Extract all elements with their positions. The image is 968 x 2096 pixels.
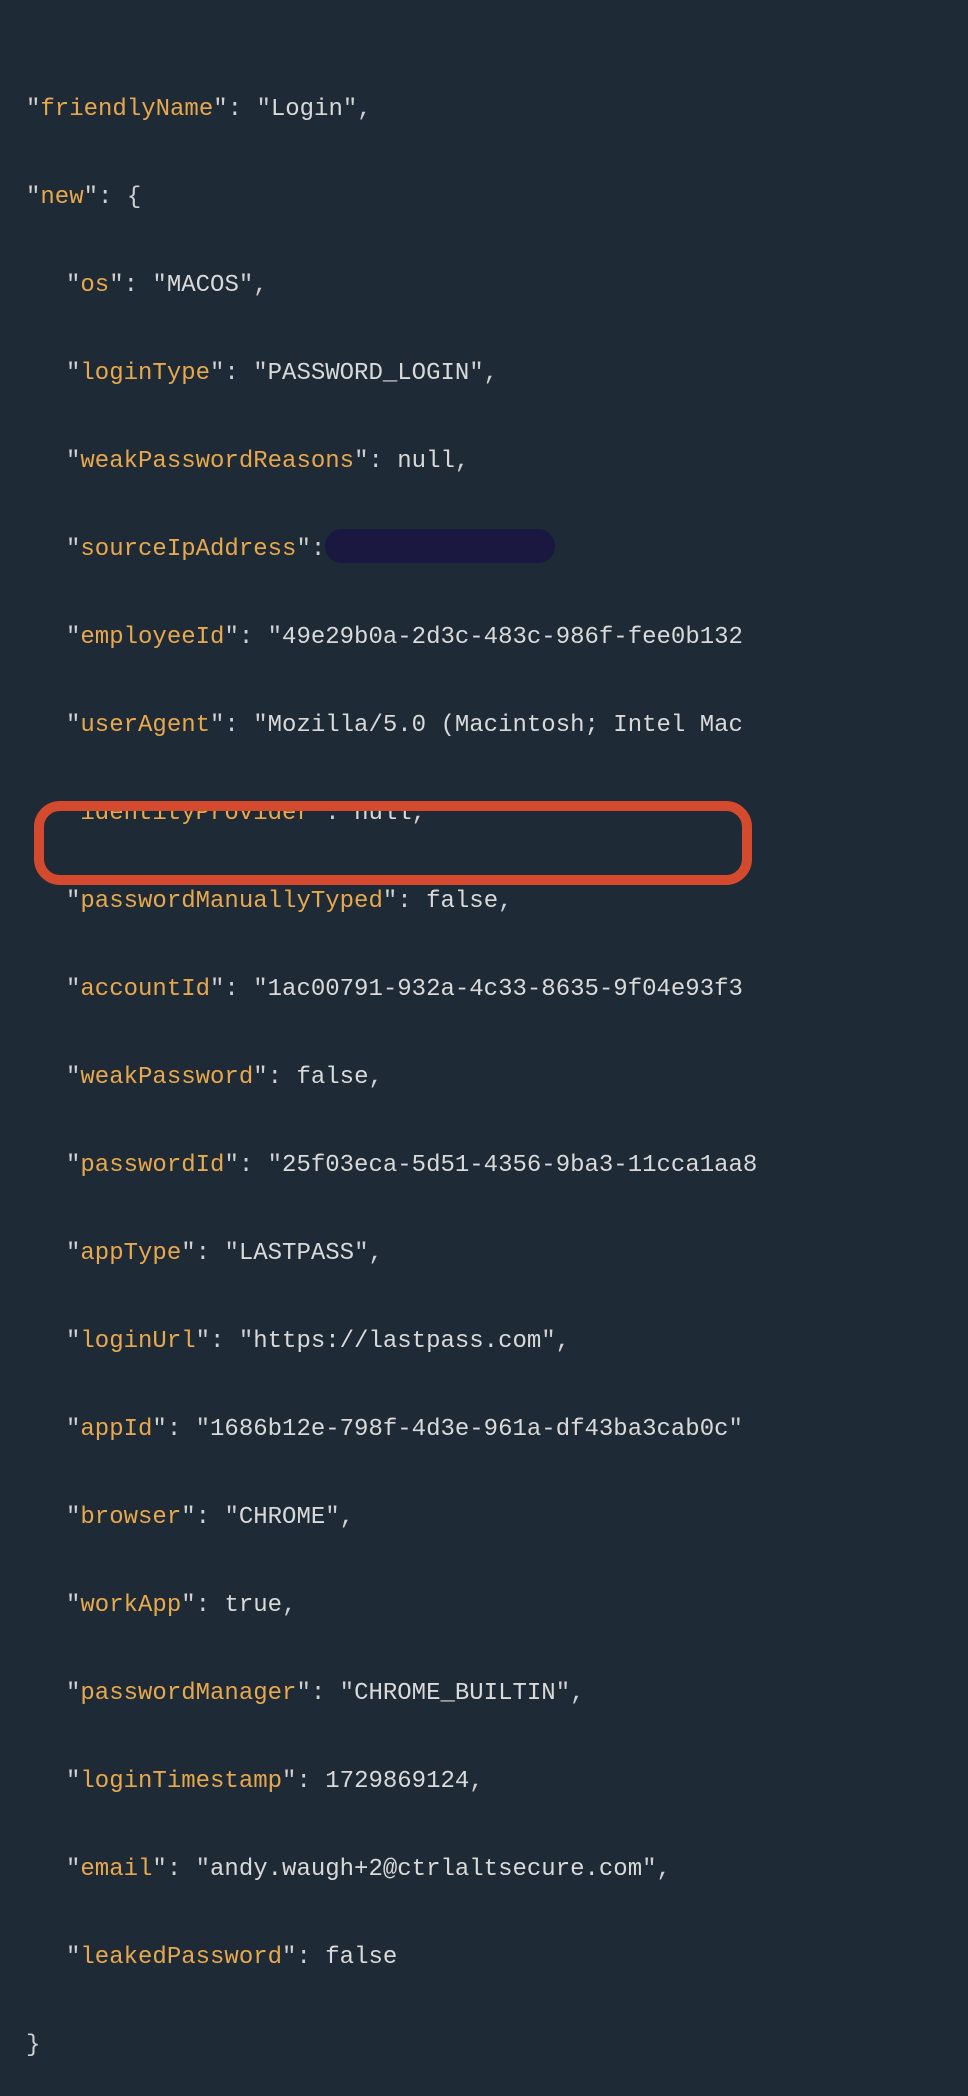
line-friendlyname: "friendlyName": "Login",	[14, 88, 968, 132]
redacted-ip-pill	[325, 529, 555, 563]
val-logintype: PASSWORD_LOGIN	[268, 360, 470, 387]
line-useragent: "userAgent": "Mozilla/5.0 (Macintosh; In…	[14, 704, 968, 748]
line-weakpw: "weakPassword": false,	[14, 1056, 968, 1100]
key-logintype: loginType	[80, 360, 210, 387]
line-loginurl: "loginUrl": "https://lastpass.com",	[14, 1320, 968, 1364]
key-friendlyname: friendlyName	[40, 96, 213, 123]
line-workapp: "workApp": true,	[14, 1584, 968, 1628]
line-browser: "browser": "CHROME",	[14, 1496, 968, 1540]
line-logints: "loginTimestamp": 1729869124,	[14, 1760, 968, 1804]
val-friendlyname: Login	[271, 96, 343, 123]
line-closebrace: }	[14, 2024, 968, 2068]
line-os: "os": "MACOS",	[14, 264, 968, 308]
val-useragent: Mozilla/5.0 (Macintosh; Intel Mac	[268, 712, 743, 739]
line-accountid: "accountId": "1ac00791-932a-4c33-8635-9f…	[14, 968, 968, 1012]
val-weakpw: false	[296, 1064, 368, 1091]
key-loginurl: loginUrl	[80, 1328, 195, 1355]
line-pwid: "passwordId": "25f03eca-5d51-4356-9ba3-1…	[14, 1144, 968, 1188]
line-sourceip: "sourceIpAddress":	[14, 528, 968, 572]
line-apptype: "appType": "LASTPASS",	[14, 1232, 968, 1276]
key-pwmanager: passwordManager	[80, 1680, 296, 1707]
line-pwmanager: "passwordManager": "CHROME_BUILTIN",	[14, 1672, 968, 1716]
val-idp: null	[354, 800, 412, 827]
key-workapp: workApp	[80, 1592, 181, 1619]
val-browser: CHROME	[239, 1504, 325, 1531]
val-apptype: LASTPASS	[239, 1240, 354, 1267]
key-os: os	[80, 272, 109, 299]
json-code-view: "friendlyName": "Login", "new": { "os": …	[0, 0, 968, 2096]
val-employeeid: 49e29b0a-2d3c-483c-986f-fee0b132	[282, 624, 743, 651]
line-appid: "appId": "1686b12e-798f-4d3e-961a-df43ba…	[14, 1408, 968, 1452]
val-os: MACOS	[167, 272, 239, 299]
val-email: andy.waugh+2@ctrlaltsecure.com	[210, 1856, 642, 1883]
val-accountid: 1ac00791-932a-4c33-8635-9f04e93f3	[268, 976, 743, 1003]
val-pwmantyped: false	[426, 888, 498, 915]
line-idp: "identityProvider": null,	[14, 792, 968, 836]
key-browser: browser	[80, 1504, 181, 1531]
line-leakedpw: "leakedPassword": false	[14, 1936, 968, 1980]
key-accountid: accountId	[80, 976, 210, 1003]
val-loginurl: https://lastpass.com	[253, 1328, 541, 1355]
line-pwmantyped: "passwordManuallyTyped": false,	[14, 880, 968, 924]
key-email: email	[80, 1856, 152, 1883]
key-pwmantyped: passwordManuallyTyped	[80, 888, 382, 915]
val-weakpwreasons: null	[397, 448, 455, 475]
key-pwid: passwordId	[80, 1152, 224, 1179]
val-pwid: 25f03eca-5d51-4356-9ba3-11cca1aa8	[282, 1152, 757, 1179]
key-leakedpw: leakedPassword	[80, 1944, 282, 1971]
key-weakpw: weakPassword	[80, 1064, 253, 1091]
key-weakpwreasons: weakPasswordReasons	[80, 448, 354, 475]
key-useragent: userAgent	[80, 712, 210, 739]
val-pwmanager: CHROME_BUILTIN	[354, 1680, 556, 1707]
line-new: "new": {	[14, 176, 968, 220]
val-leakedpw: false	[325, 1944, 397, 1971]
key-idp: identityProvider	[80, 800, 310, 827]
key-new: new	[40, 184, 83, 211]
val-workapp: true	[224, 1592, 282, 1619]
line-logintype: "loginType": "PASSWORD_LOGIN",	[14, 352, 968, 396]
val-logints: 1729869124	[325, 1768, 469, 1795]
key-apptype: appType	[80, 1240, 181, 1267]
line-email: "email": "andy.waugh+2@ctrlaltsecure.com…	[14, 1848, 968, 1892]
key-employeeid: employeeId	[80, 624, 224, 651]
key-appid: appId	[80, 1416, 152, 1443]
key-sourceip: sourceIpAddress	[80, 536, 296, 563]
val-appid: 1686b12e-798f-4d3e-961a-df43ba3cab0c	[210, 1416, 728, 1443]
key-logints: loginTimestamp	[80, 1768, 282, 1795]
line-weakpwreasons: "weakPasswordReasons": null,	[14, 440, 968, 484]
line-employeeid: "employeeId": "49e29b0a-2d3c-483c-986f-f…	[14, 616, 968, 660]
